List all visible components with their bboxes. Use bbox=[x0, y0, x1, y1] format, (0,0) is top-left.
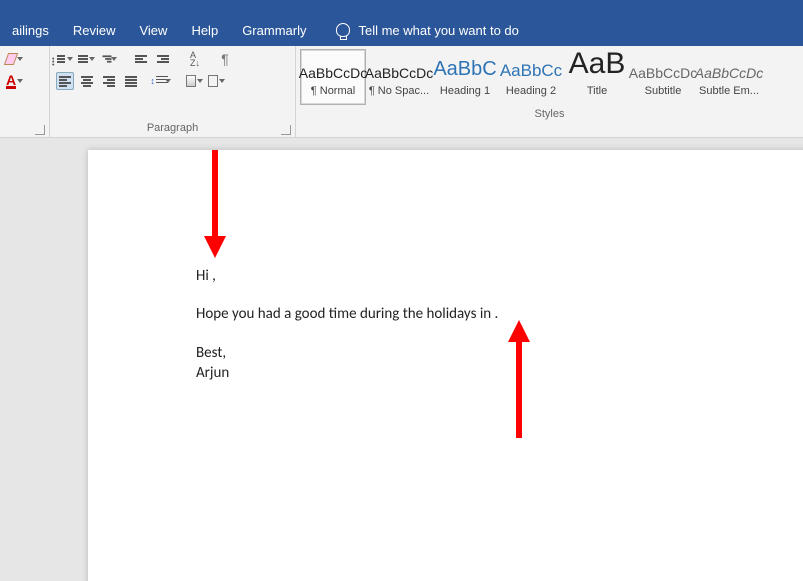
style-name: Title bbox=[587, 85, 607, 97]
font-dialog-launcher[interactable] bbox=[35, 125, 45, 135]
tab-grammarly[interactable]: Grammarly bbox=[230, 14, 318, 46]
sort-button[interactable]: AZ↓ bbox=[186, 50, 204, 68]
align-left-icon bbox=[59, 76, 71, 87]
style-name: Subtitle bbox=[645, 85, 682, 97]
align-right-icon bbox=[103, 76, 115, 87]
document-page[interactable]: Hi , Hope you had a good time during the… bbox=[88, 150, 803, 581]
style-name: Heading 2 bbox=[506, 85, 556, 97]
decrease-indent-icon bbox=[135, 55, 147, 63]
shading-icon bbox=[186, 75, 196, 87]
clear-formatting-button[interactable] bbox=[6, 50, 24, 68]
style-sample: AaB bbox=[569, 57, 626, 81]
multilevel-list-button[interactable] bbox=[100, 50, 118, 68]
numbering-icon bbox=[78, 55, 88, 63]
group-paragraph: AZ↓ ¶ bbox=[50, 46, 296, 138]
borders-icon bbox=[208, 75, 218, 87]
style-tile-subtle-em---[interactable]: AaBbCcDc Subtle Em... bbox=[696, 49, 762, 105]
numbering-button[interactable] bbox=[78, 50, 96, 68]
line-spacing-button[interactable]: ↕ bbox=[154, 72, 172, 90]
tab-review[interactable]: Review bbox=[61, 14, 128, 46]
line-spacing-icon: ↕ bbox=[150, 76, 168, 86]
borders-button[interactable] bbox=[208, 72, 226, 90]
increase-indent-icon bbox=[157, 55, 169, 63]
eraser-icon bbox=[4, 53, 18, 65]
style-name: ¶ Normal bbox=[311, 85, 355, 97]
increase-indent-button[interactable] bbox=[154, 50, 172, 68]
style-sample: AaBbC bbox=[433, 57, 496, 81]
group-paragraph-label: Paragraph bbox=[50, 120, 295, 138]
align-center-button[interactable] bbox=[78, 72, 96, 90]
multilevel-icon bbox=[103, 55, 112, 62]
font-color-button[interactable]: A bbox=[6, 72, 24, 90]
style-tile-subtitle[interactable]: AaBbCcDc Subtitle bbox=[630, 49, 696, 105]
styles-label-text: Styles bbox=[535, 108, 565, 120]
doc-line-4[interactable]: Arjun bbox=[196, 363, 780, 383]
justify-icon bbox=[125, 76, 137, 87]
justify-button[interactable] bbox=[122, 72, 140, 90]
style-tile-heading-2[interactable]: AaBbCc Heading 2 bbox=[498, 49, 564, 105]
tab-view[interactable]: View bbox=[127, 14, 179, 46]
ribbon: A bbox=[0, 46, 803, 138]
style-tile-title[interactable]: AaB Title bbox=[564, 49, 630, 105]
bullets-icon bbox=[57, 55, 65, 63]
style-sample: AaBbCcDc bbox=[299, 57, 367, 81]
style-sample: AaBbCc bbox=[500, 57, 562, 81]
style-name: Heading 1 bbox=[440, 85, 490, 97]
tab-mailings[interactable]: ailings bbox=[0, 14, 61, 46]
doc-line-1[interactable]: Hi , bbox=[196, 266, 780, 286]
align-right-button[interactable] bbox=[100, 72, 118, 90]
style-tile---normal[interactable]: AaBbCcDc ¶ Normal bbox=[300, 49, 366, 105]
doc-line-2[interactable]: Hope you had a good time during the holi… bbox=[196, 304, 780, 324]
font-color-icon: A bbox=[6, 74, 16, 89]
titlebar bbox=[0, 0, 803, 14]
pilcrow-icon: ¶ bbox=[221, 51, 229, 67]
align-center-icon bbox=[81, 76, 93, 87]
tell-me-label: Tell me what you want to do bbox=[358, 23, 518, 38]
ribbon-tabs: ailings Review View Help Grammarly Tell … bbox=[0, 14, 803, 46]
style-tile-heading-1[interactable]: AaBbC Heading 1 bbox=[432, 49, 498, 105]
sort-icon: AZ↓ bbox=[190, 51, 200, 67]
group-font-label bbox=[0, 120, 49, 138]
doc-line-3[interactable]: Best, bbox=[196, 343, 780, 363]
lightbulb-icon bbox=[336, 23, 350, 37]
style-sample: AaBbCcDc bbox=[695, 57, 763, 81]
decrease-indent-button[interactable] bbox=[132, 50, 150, 68]
style-name: Subtle Em... bbox=[699, 85, 759, 97]
bullets-button[interactable] bbox=[56, 50, 74, 68]
shading-button[interactable] bbox=[186, 72, 204, 90]
show-hide-marks-button[interactable]: ¶ bbox=[216, 50, 234, 68]
tab-help[interactable]: Help bbox=[179, 14, 230, 46]
document-canvas[interactable]: Hi , Hope you had a good time during the… bbox=[0, 138, 803, 581]
style-tile---no-spac---[interactable]: AaBbCcDc ¶ No Spac... bbox=[366, 49, 432, 105]
group-font-partial: A bbox=[0, 46, 50, 138]
group-styles: AaBbCcDc¶ NormalAaBbCcDc¶ No Spac...AaBb… bbox=[296, 46, 803, 138]
styles-gallery[interactable]: AaBbCcDc¶ NormalAaBbCcDc¶ No Spac...AaBb… bbox=[296, 46, 803, 106]
style-name: ¶ No Spac... bbox=[369, 85, 429, 97]
style-sample: AaBbCcDc bbox=[629, 57, 697, 81]
group-styles-label: Styles bbox=[296, 106, 803, 124]
paragraph-dialog-launcher[interactable] bbox=[281, 125, 291, 135]
style-sample: AaBbCcDc bbox=[365, 57, 433, 81]
tell-me-search[interactable]: Tell me what you want to do bbox=[336, 23, 518, 38]
document-body[interactable]: Hi , Hope you had a good time during the… bbox=[196, 266, 780, 383]
align-left-button[interactable] bbox=[56, 72, 74, 90]
paragraph-label-text: Paragraph bbox=[147, 122, 198, 134]
